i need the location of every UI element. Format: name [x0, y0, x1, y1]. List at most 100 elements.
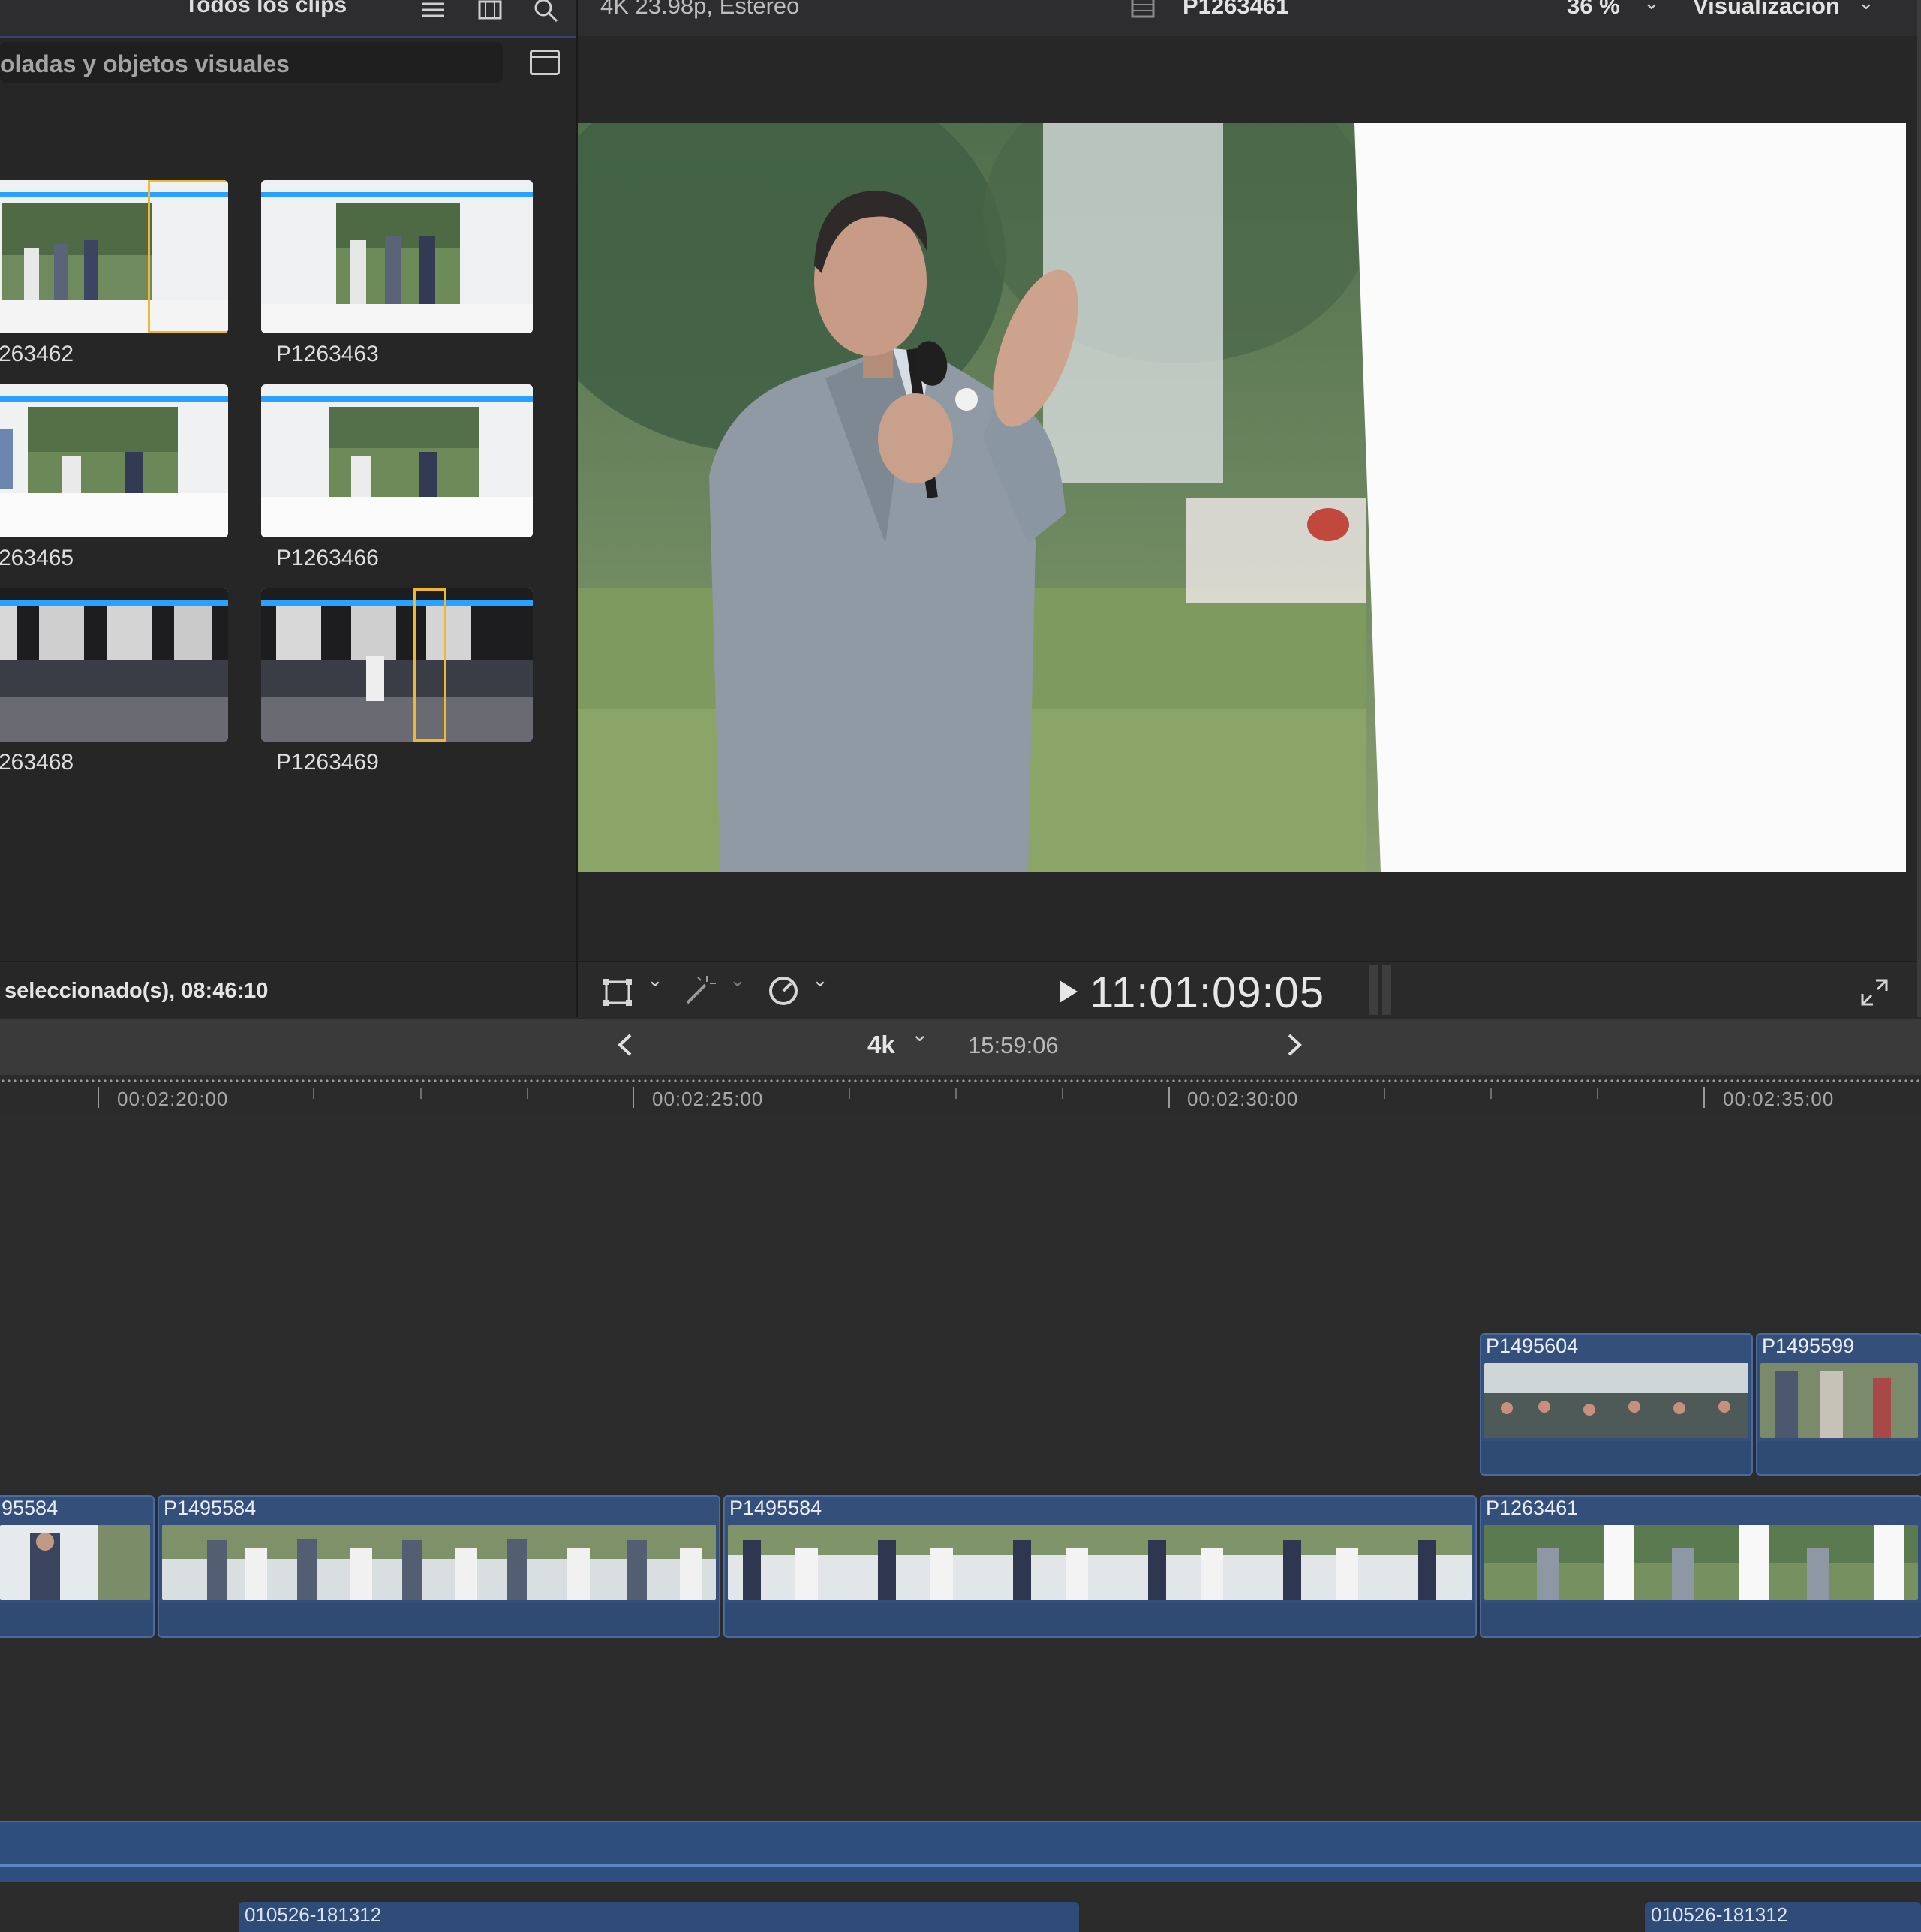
thumbnail-label: 263465 [0, 546, 74, 570]
audio-meter-right [1382, 965, 1391, 1015]
clip-label: 010526-181312 [1651, 1903, 1788, 1926]
clip-filter-popup[interactable]: Todos los clips [185, 0, 347, 18]
clip-filmstrip [1484, 1525, 1918, 1600]
viewer: 4K 23.98p, Estéreo P1263461 36 % ⌄ Visua… [578, 0, 1921, 1019]
browser-toolbar: Todos los clips ⌃ [0, 0, 576, 38]
audio-clip[interactable]: 010526-181312 [239, 1902, 1079, 1932]
speed-icon[interactable] [767, 974, 800, 1011]
browser-status-bar: seleccionado(s), 08:46:10 [0, 961, 576, 1019]
list-view-icon[interactable] [420, 0, 446, 26]
audio-lane[interactable] [0, 1821, 1921, 1882]
selection-summary: seleccionado(s), 08:46:10 [5, 979, 269, 1003]
usage-bar [261, 600, 533, 606]
primary-clip[interactable]: P1495584 [723, 1495, 1477, 1638]
thumbnail-label: P1263469 [276, 750, 379, 775]
primary-clip[interactable]: 95584 [0, 1495, 155, 1638]
chevron-right-icon[interactable] [1285, 1032, 1304, 1061]
ruler-label: 00:02:30:00 [1187, 1088, 1299, 1110]
clip-audio-strip [1481, 1603, 1921, 1636]
ruler-minor-tick [1062, 1088, 1063, 1099]
clip-label: P1495584 [164, 1497, 257, 1519]
clip-thumbnail[interactable] [0, 384, 228, 537]
ruler-minor-tick [849, 1088, 850, 1099]
chevron-left-icon[interactable] [615, 1032, 635, 1061]
primary-clip[interactable]: P1495584 [158, 1495, 720, 1638]
thumbnail-label: 263462 [0, 342, 74, 366]
view-menu[interactable]: Visualización [1693, 0, 1840, 20]
ruler-major-tick [1168, 1087, 1170, 1108]
viewer-toolbar: 4K 23.98p, Estéreo P1263461 36 % ⌄ Visua… [578, 0, 1921, 36]
ruler-major-tick [633, 1087, 634, 1108]
ruler-minor-tick [1384, 1088, 1385, 1099]
primary-clip[interactable]: P1263461 [1480, 1495, 1921, 1638]
clip-audio-strip [0, 1603, 153, 1636]
ruler-minor-tick [1490, 1088, 1492, 1099]
scroll-edge [1917, 0, 1921, 1017]
chevron-down-icon[interactable]: ⌄ [647, 968, 663, 992]
clip-filmstrip [162, 1525, 716, 1600]
timeline-ruler[interactable]: 00:02:20:00 00:02:25:00 00:02:30:00 00:0… [0, 1076, 1921, 1114]
fullscreen-icon[interactable] [1859, 977, 1889, 1011]
project-name[interactable]: 4k [867, 1031, 895, 1059]
thumbnail-label: P1263466 [276, 546, 379, 570]
usage-bar [0, 396, 228, 402]
clip-label: P1495584 [729, 1497, 822, 1519]
filmstrip-icon [1130, 0, 1156, 23]
chevron-down-icon[interactable]: ⌄ [911, 1022, 928, 1046]
chevron-down-icon[interactable]: ⌄ [1643, 0, 1660, 14]
connected-clip[interactable]: P1495604 [1480, 1333, 1753, 1476]
viewer-canvas[interactable] [578, 123, 1906, 872]
thumbnail-label: P1263463 [276, 342, 379, 366]
range-selection [148, 180, 228, 333]
ruler-label: 00:02:35:00 [1723, 1088, 1835, 1110]
viewer-format-label: 4K 23.98p, Estéreo [600, 0, 800, 19]
project-duration: 15:59:06 [968, 1032, 1059, 1058]
chevron-down-icon[interactable]: ⌄ [812, 968, 828, 992]
chevron-updown-icon[interactable]: ⌃ [369, 0, 388, 16]
magic-wand-icon[interactable] [683, 974, 716, 1011]
ruler-minor-tick [420, 1088, 422, 1099]
ruler-minor-tick [955, 1088, 957, 1099]
clip-filmstrip [0, 1525, 150, 1600]
viewer-controls: ⌄ ⌄ ⌄ 11:01:09:05 [578, 961, 1921, 1019]
zoom-popup[interactable]: 36 % [1567, 0, 1620, 20]
sidebar-toggle-icon[interactable] [530, 50, 560, 75]
timecode-display[interactable]: 11:01:09:05 [1090, 968, 1324, 1018]
clip-filmstrip [728, 1525, 1472, 1600]
thumbnail-label: 263468 [0, 750, 74, 775]
clip-label: 95584 [2, 1497, 59, 1519]
transform-icon[interactable] [602, 977, 635, 1011]
media-browser: Todos los clips ⌃ oladas y objetos visua… [0, 0, 578, 1019]
chevron-down-icon[interactable]: ⌄ [1858, 0, 1874, 14]
usage-bar [261, 192, 533, 197]
clip-thumbnail[interactable] [0, 180, 228, 333]
search-input[interactable]: oladas y objetos visuales [0, 42, 503, 83]
range-selection [413, 588, 446, 742]
clip-label: P1495599 [1762, 1335, 1855, 1357]
play-icon[interactable] [1057, 979, 1079, 1008]
clip-thumbnail[interactable] [261, 180, 533, 333]
search-icon[interactable] [533, 0, 560, 26]
filmstrip-icon[interactable] [477, 0, 503, 26]
audio-clip[interactable]: 010526-181312 [1645, 1902, 1921, 1932]
audio-meter-left [1369, 965, 1378, 1015]
clip-thumbnail[interactable] [0, 588, 228, 742]
connected-clip[interactable]: P1495599 [1756, 1333, 1921, 1476]
ruler-major-tick [1703, 1087, 1705, 1108]
clip-label: 010526-181312 [245, 1903, 382, 1926]
clip-filmstrip [1484, 1363, 1748, 1438]
clip-label: P1263461 [1486, 1497, 1579, 1519]
clip-thumbnail[interactable] [261, 384, 533, 537]
audio-waveform [0, 1864, 1921, 1867]
timeline-header: 4k ⌄ 15:59:06 [0, 1019, 1921, 1076]
clip-audio-strip [1757, 1441, 1921, 1474]
clip-audio-strip [1481, 1441, 1751, 1474]
clip-audio-strip [725, 1603, 1475, 1636]
usage-bar [261, 396, 533, 402]
viewer-clip-name: P1263461 [1183, 0, 1289, 19]
clip-thumbnail[interactable] [261, 588, 533, 742]
ruler-minor-tick [313, 1088, 314, 1099]
chevron-down-icon[interactable]: ⌄ [729, 968, 746, 992]
usage-bar [0, 600, 228, 606]
clip-label: P1495604 [1486, 1335, 1579, 1357]
